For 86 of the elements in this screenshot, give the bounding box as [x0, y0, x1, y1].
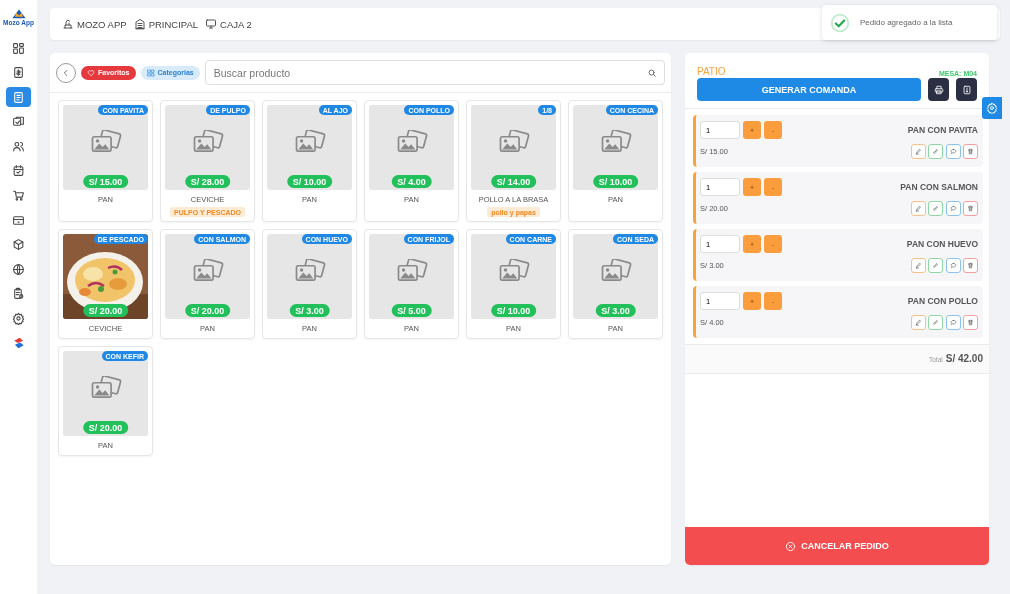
users-icon: [12, 139, 25, 153]
close-circle-icon: [785, 540, 797, 552]
comment-icon: [949, 262, 957, 269]
printer-icon: [933, 84, 944, 95]
edit-button[interactable]: [910, 315, 926, 330]
print-button[interactable]: [928, 78, 949, 101]
globe-icon: [12, 262, 25, 276]
monitor-icon: [205, 18, 218, 30]
price-badge: S/ 20.00: [184, 304, 231, 317]
edit-button[interactable]: [910, 201, 926, 216]
trash-button[interactable]: [963, 201, 978, 216]
price-badge: S/ 4.00: [391, 175, 432, 188]
edit-icon: [914, 148, 922, 155]
breadcrumb-label[interactable]: MOZO APP: [77, 18, 127, 30]
trash-icon: [967, 319, 974, 326]
total-amount: S/ 42.00: [945, 353, 983, 364]
copy-icon: [12, 115, 25, 129]
edit-button[interactable]: [910, 144, 926, 159]
link-button[interactable]: [928, 144, 943, 159]
item-name: PAN CON SALMON: [900, 182, 978, 192]
document-icon: [961, 84, 972, 95]
trash-icon: [967, 148, 974, 155]
price-badge: S/ 10.00: [592, 175, 639, 188]
comment-button[interactable]: [945, 258, 961, 273]
bill-button[interactable]: [956, 78, 977, 101]
link-button[interactable]: [928, 258, 943, 273]
comment-icon: [949, 205, 957, 212]
price-badge: S/ 5.00: [391, 304, 432, 317]
edit-icon: [914, 319, 922, 326]
item-name: PAN CON HUEVO: [906, 239, 978, 249]
settings-icon: [986, 102, 998, 114]
receipt-icon: [12, 66, 25, 80]
edit-icon: [914, 262, 922, 269]
clipboard-icon: [12, 287, 25, 301]
price-badge: S/ 3.00: [289, 304, 330, 317]
logo-icon: [10, 8, 27, 19]
link-icon: [932, 319, 939, 326]
dashboard-icon: [12, 41, 25, 55]
comment-icon: [949, 319, 957, 326]
link-icon: [932, 148, 939, 155]
comment-button[interactable]: [945, 144, 961, 159]
grid-icon: [146, 68, 155, 77]
trash-button[interactable]: [963, 258, 978, 273]
waiter-icon: [62, 18, 74, 30]
item-name: PAN CON POLLO: [907, 296, 978, 306]
toast-message: Pedido agregado a la lista: [860, 18, 953, 27]
price-badge: S/ 10.00: [286, 175, 333, 188]
comment-icon: [949, 148, 957, 155]
back-button[interactable]: [56, 62, 76, 83]
trash-icon: [967, 205, 974, 212]
trash-icon: [967, 262, 974, 269]
edit-button[interactable]: [910, 258, 926, 273]
check-icon: [830, 12, 850, 33]
link-button[interactable]: [928, 201, 943, 216]
search-field[interactable]: Buscar producto: [204, 60, 665, 85]
price-badge: S/ 20.00: [82, 421, 129, 434]
comment-button[interactable]: [945, 315, 961, 330]
breadcrumb-label[interactable]: CAJA 2: [220, 18, 252, 30]
card-icon: [12, 213, 25, 227]
heart-icon: [87, 68, 95, 77]
edit-icon: [914, 205, 922, 212]
price-badge: S/ 14.00: [490, 175, 537, 188]
area-label: PATIO: [697, 66, 726, 77]
price-badge: S/ 10.00: [490, 304, 537, 317]
box-icon: [12, 238, 25, 252]
cart-icon: [12, 189, 25, 203]
settings-icon: [12, 312, 25, 326]
search-icon[interactable]: [647, 67, 657, 78]
trash-button[interactable]: [963, 144, 978, 159]
link-icon: [932, 262, 939, 269]
price-badge: S/ 20.00: [82, 304, 129, 317]
trash-button[interactable]: [963, 315, 978, 330]
generate-order-button[interactable]: GENERAR COMANDA: [697, 78, 921, 101]
price-badge: S/ 15.00: [82, 175, 129, 188]
comment-button[interactable]: [945, 201, 961, 216]
document-icon: [12, 90, 25, 104]
building-icon: [133, 18, 146, 30]
price-badge: S/ 28.00: [184, 175, 231, 188]
price-badge: S/ 3.00: [595, 304, 636, 317]
link-icon: [932, 205, 939, 212]
chevron-left-icon: [61, 67, 71, 78]
item-name: PAN CON PAVITA: [907, 125, 978, 135]
breadcrumb-label[interactable]: PRINCIPAL: [148, 18, 199, 30]
link-button[interactable]: [928, 315, 943, 330]
settings-button[interactable]: [982, 97, 1002, 119]
calendar-icon: [12, 164, 25, 178]
